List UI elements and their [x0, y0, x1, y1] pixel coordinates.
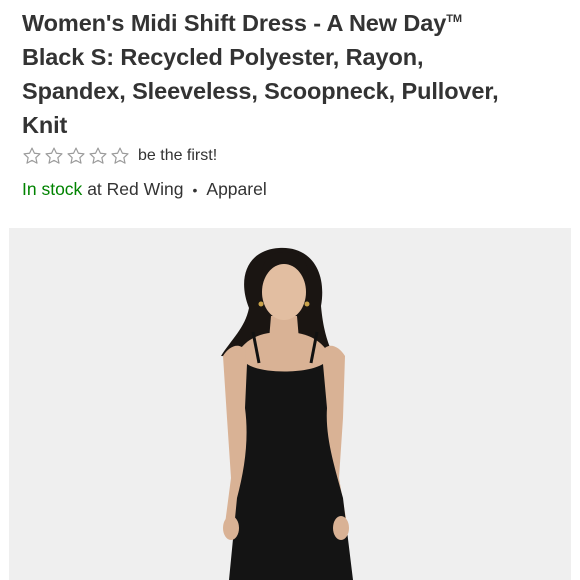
- star-icon[interactable]: [44, 146, 64, 166]
- department-link[interactable]: Apparel: [206, 179, 266, 200]
- title-line-3: Spandex, Sleeveless, Scoopneck, Pullover…: [22, 78, 499, 104]
- model-in-dress-image: [9, 228, 571, 580]
- rating-row[interactable]: be the first!: [22, 145, 217, 167]
- star-icon[interactable]: [22, 146, 42, 166]
- stock-status: In stock: [22, 179, 83, 199]
- title-line-1: Women's Midi Shift Dress - A New Day: [22, 10, 447, 36]
- be-the-first-link[interactable]: be the first!: [138, 147, 217, 165]
- availability-row: In stock at Red Wing • Apparel: [22, 179, 267, 200]
- product-image[interactable]: [9, 228, 571, 580]
- separator-dot: •: [192, 181, 198, 198]
- title-line-2: Black S: Recycled Polyester, Rayon,: [22, 44, 424, 70]
- star-icon[interactable]: [66, 146, 86, 166]
- star-rating[interactable]: [22, 146, 130, 166]
- star-icon[interactable]: [88, 146, 108, 166]
- product-title: Women's Midi Shift Dress - A New DayTM B…: [22, 2, 567, 142]
- star-icon[interactable]: [110, 146, 130, 166]
- store-name-link[interactable]: at Red Wing: [87, 179, 183, 200]
- title-line-4: Knit: [22, 112, 68, 138]
- trademark-symbol: TM: [446, 13, 462, 25]
